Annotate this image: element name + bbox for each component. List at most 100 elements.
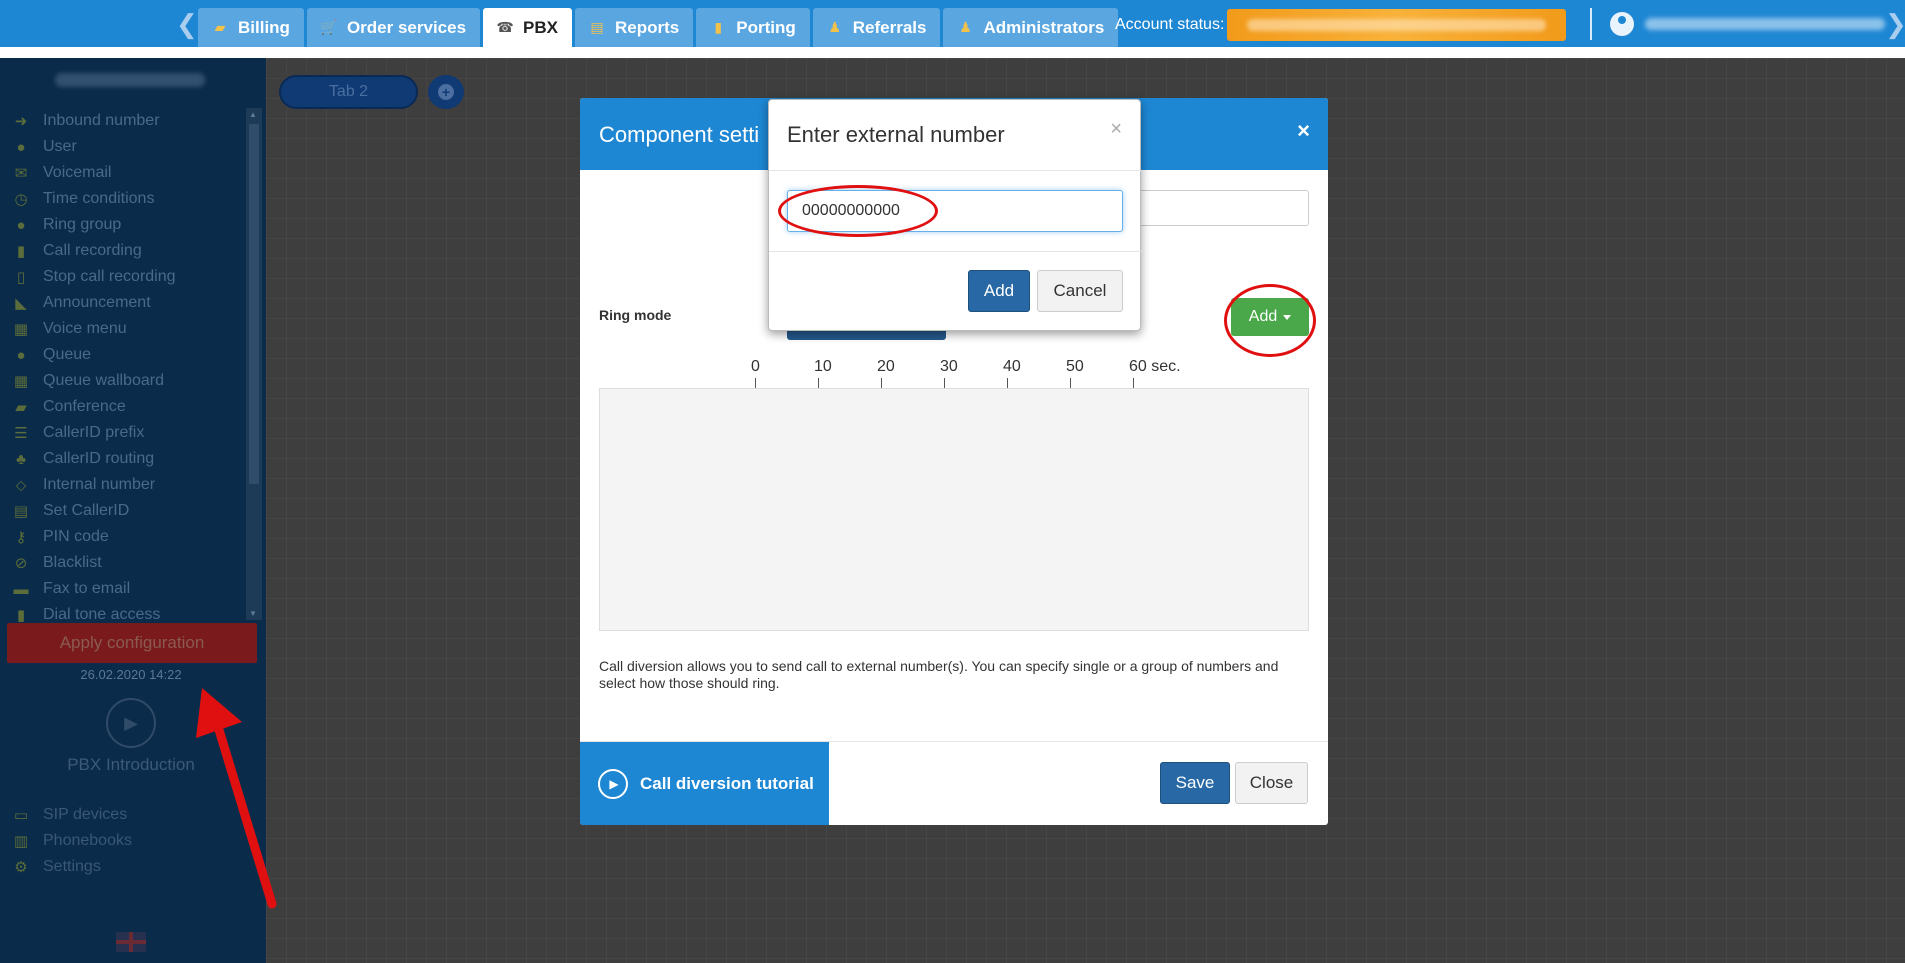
group-icon: ● xyxy=(16,216,26,234)
main-tabs: ▰ Billing 🛒 Order services ☎ PBX ▤ Reports ▮ Port… xyxy=(198,8,1121,47)
sidebar-item-announcement[interactable]: ◣ Announcement xyxy=(10,290,246,316)
sidebar-item-blacklist[interactable]: ⊘ Blacklist xyxy=(10,550,246,576)
user-separator xyxy=(1590,8,1592,40)
lock-icon: ▮ xyxy=(16,607,26,624)
sidebar-item-label: Time conditions xyxy=(43,190,155,207)
tab-porting[interactable]: ▮ Porting xyxy=(696,8,810,47)
tab-pbx[interactable]: ☎ PBX xyxy=(483,8,573,47)
modal-title: Component setti xyxy=(599,122,760,147)
scroll-up-icon[interactable]: ▲ xyxy=(249,110,257,119)
tab-order-services[interactable]: 🛒 Order services xyxy=(306,8,481,47)
top-navigation-bar: ❮ ▰ Billing 🛒 Order services ☎ PBX ▤ Reports ▮ Po… xyxy=(0,0,1905,58)
close-button[interactable]: Close xyxy=(1235,762,1308,804)
tab-label: Administrators xyxy=(983,17,1105,37)
tab-label: Referrals xyxy=(852,17,927,37)
sidebar-item-inbound-number[interactable]: ➜ Inbound number xyxy=(10,108,246,134)
modal-close-icon[interactable]: × xyxy=(1297,118,1310,144)
tab-administrators[interactable]: ♟ Administrators xyxy=(943,8,1119,47)
mic-off-icon: ▯ xyxy=(16,269,26,286)
nav-next-arrow[interactable]: ❯ xyxy=(1885,10,1905,40)
arrow-right-icon: ➜ xyxy=(14,113,28,130)
timeline-tick-label: 60 sec. xyxy=(1129,358,1181,375)
sidebar-item-queue[interactable]: ● Queue xyxy=(10,342,246,368)
timeline-tick-label: 0 xyxy=(751,358,760,375)
sidebar-item-voice-menu[interactable]: ▦ Voice menu xyxy=(10,316,246,342)
sidebar-item-sip-devices[interactable]: ▭ SIP devices xyxy=(10,802,132,828)
ring-timeline-area[interactable] xyxy=(599,388,1309,631)
sidebar-item-user[interactable]: ● User xyxy=(10,134,246,160)
tab-referrals[interactable]: ♟ Referrals xyxy=(812,8,941,47)
dialog-cancel-button[interactable]: Cancel xyxy=(1037,270,1123,312)
dialog-add-button[interactable]: Add xyxy=(968,270,1030,312)
sidebar-item-stop-call-recording[interactable]: ▯ Stop call recording xyxy=(10,264,246,290)
sidebar-item-label: Conference xyxy=(43,398,126,415)
uk-flag-icon[interactable] xyxy=(116,932,146,952)
dialog-close-icon[interactable]: × xyxy=(1110,118,1122,141)
referral-icon: ♟ xyxy=(828,19,842,35)
sidebar-item-call-recording[interactable]: ▮ Call recording xyxy=(10,238,246,264)
sidebar-item-label: Fax to email xyxy=(43,580,131,597)
pin-icon: ⬦ xyxy=(15,476,27,494)
save-button[interactable]: Save xyxy=(1160,762,1230,804)
sidebar-item-voicemail[interactable]: ✉ Voicemail xyxy=(10,160,246,186)
user-plus-icon: ● xyxy=(16,346,26,364)
sidebar-item-internal-number[interactable]: ⬦ Internal number xyxy=(10,472,246,498)
timeline-tick-label: 30 xyxy=(940,358,958,375)
sidebar-scrollbar[interactable]: ▲ ▼ xyxy=(246,108,262,620)
sidebar-item-pin-code[interactable]: ⚷ PIN code xyxy=(10,524,246,550)
pbx-icon: ☎ xyxy=(496,19,514,35)
fax-icon: ▬ xyxy=(13,580,29,598)
add-tab-button[interactable]: + xyxy=(428,75,464,109)
number-input-field[interactable] xyxy=(1140,190,1309,226)
megaphone-icon: ◣ xyxy=(15,295,27,312)
sitemap-icon: ♣ xyxy=(16,450,26,468)
plus-icon: + xyxy=(438,84,454,100)
sidebar-item-phonebooks[interactable]: ▥ Phonebooks xyxy=(10,828,132,854)
sidebar-item-callerid-routing[interactable]: ♣ CallerID routing xyxy=(10,446,246,472)
apply-configuration-button[interactable]: Apply configuration xyxy=(7,623,257,663)
user-icon: ● xyxy=(16,138,26,156)
sidebar-item-label: Voicemail xyxy=(43,164,112,181)
book-icon: ▥ xyxy=(13,833,29,850)
sidebar-item-label: Announcement xyxy=(43,294,151,311)
envelope-icon: ✉ xyxy=(14,165,28,182)
sidebar-item-conference[interactable]: ▰ Conference xyxy=(10,394,246,420)
tab-billing[interactable]: ▰ Billing xyxy=(198,8,304,47)
timeline-tick-mark xyxy=(1070,378,1071,388)
cart-icon: 🛒 xyxy=(320,19,338,35)
sidebar-item-time-conditions[interactable]: ◷ Time conditions xyxy=(10,186,246,212)
nav-prev-arrow[interactable]: ❮ xyxy=(176,10,198,40)
ring-timeline-axis: 0 10 20 30 40 50 60 sec. xyxy=(751,358,1181,388)
sidebar-item-fax-to-email[interactable]: ▬ Fax to email xyxy=(10,576,246,602)
intro-play-icon[interactable]: ▶ xyxy=(106,698,156,748)
sidebar-item-label: Stop call recording xyxy=(43,268,176,285)
user-avatar-icon[interactable] xyxy=(1610,12,1634,36)
sidebar-item-settings[interactable]: ⚙ Settings xyxy=(10,854,132,880)
scrollbar-thumb[interactable] xyxy=(249,124,259,484)
sidebar-item-queue-wallboard[interactable]: ▦ Queue wallboard xyxy=(10,368,246,394)
sidebar-account-name xyxy=(55,73,205,87)
timeline-tick-label: 20 xyxy=(877,358,895,375)
sidebar-item-label: Queue wallboard xyxy=(43,372,164,389)
annotation-arrow-icon xyxy=(196,688,277,909)
tutorial-label: Call diversion tutorial xyxy=(640,773,814,793)
timeline-tick-mark xyxy=(944,378,945,388)
tab-label: PBX xyxy=(523,17,559,37)
tab-label: Billing xyxy=(238,17,290,37)
key-icon: ⚷ xyxy=(15,529,27,546)
scroll-down-icon[interactable]: ▼ xyxy=(249,609,257,618)
sidebar-item-label: Dial tone access xyxy=(43,606,161,623)
sidebar-item-ring-group[interactable]: ● Ring group xyxy=(10,212,246,238)
sidebar-item-set-callerid[interactable]: ▤ Set CallerID xyxy=(10,498,246,524)
sidebar-item-label: Internal number xyxy=(43,476,156,493)
tutorial-button[interactable]: ▶ Call diversion tutorial xyxy=(580,742,829,825)
sidebar-item-callerid-prefix[interactable]: ☰ CallerID prefix xyxy=(10,420,246,446)
tab-label: Porting xyxy=(736,17,796,37)
canvas-tab[interactable]: Tab 2 xyxy=(279,75,418,109)
ban-icon: ⊘ xyxy=(14,555,28,572)
user-name[interactable] xyxy=(1645,18,1885,30)
account-status-badge[interactable] xyxy=(1227,9,1566,41)
tab-reports[interactable]: ▤ Reports xyxy=(575,8,694,47)
call-diversion-description: Call diversion allows you to send call t… xyxy=(599,658,1279,691)
play-icon: ▶ xyxy=(598,768,628,799)
